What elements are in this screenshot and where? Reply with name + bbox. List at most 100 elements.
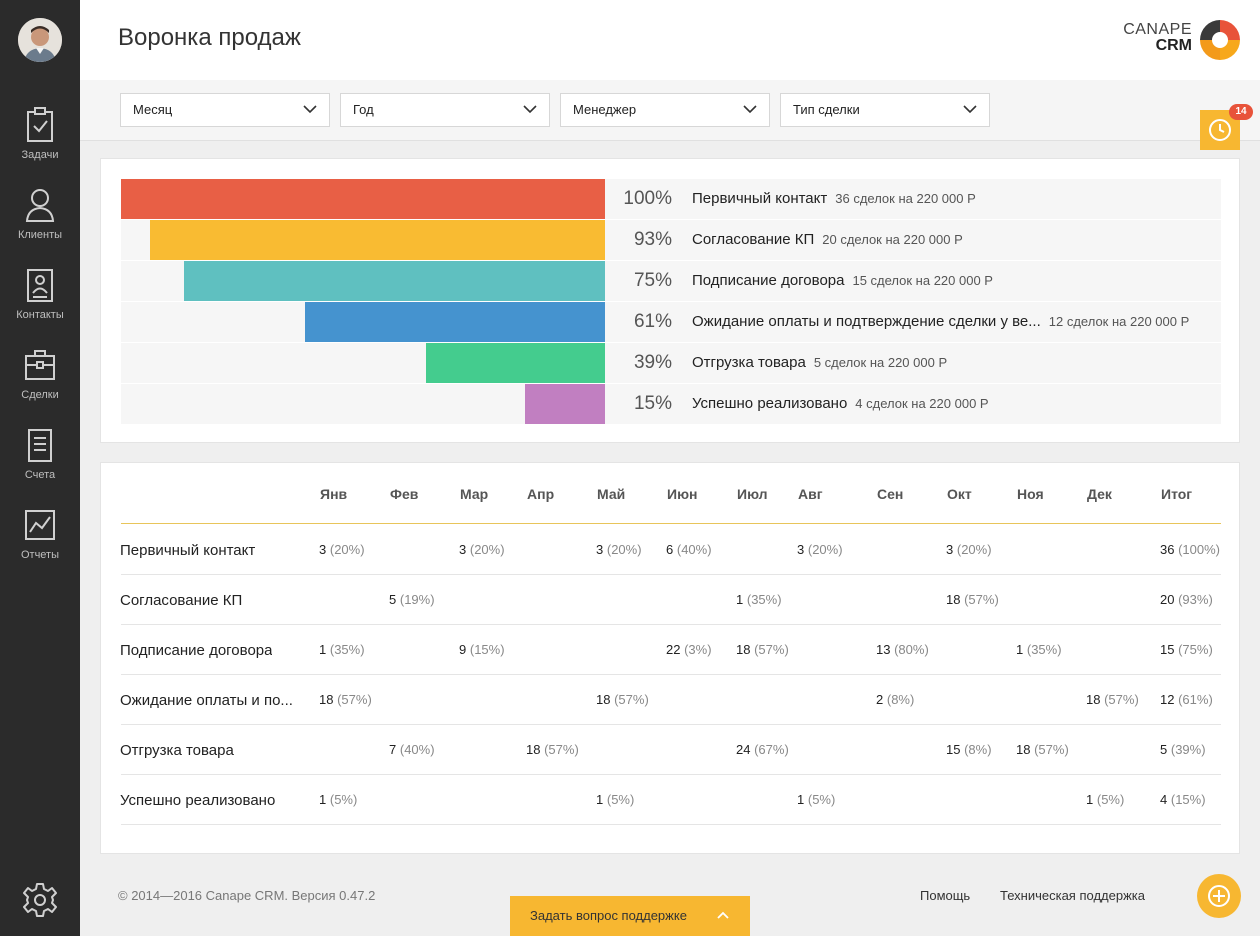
table-cell: 13 (80%) [876, 642, 929, 657]
table-cell: 15 (75%) [1160, 642, 1213, 657]
cell-percent: (15%) [469, 642, 505, 657]
table-cell: 3 (20%) [596, 542, 642, 557]
funnel-card: 100% Первичный контакт 36 сделок на 220 0… [100, 158, 1240, 443]
cell-percent: (15%) [1170, 792, 1206, 807]
funnel-row[interactable]: 93% Согласование КП 20 сделок на 220 000 … [121, 220, 1221, 260]
add-button[interactable] [1197, 874, 1241, 918]
cell-count: 20 [1160, 592, 1175, 607]
sidebar-item-deals[interactable]: Сделки [0, 347, 80, 417]
table-cell: 18 (57%) [319, 692, 372, 707]
cell-count: 18 [319, 692, 334, 707]
cell-percent: (57%) [544, 742, 579, 757]
cell-count: 3 [459, 542, 467, 557]
filter-year-select[interactable]: Год [340, 93, 550, 127]
table-row[interactable]: Отгрузка товара 7 (40%) 18 (57%) 24 (67%) 15… [120, 725, 1221, 775]
cell-percent: (3%) [684, 642, 712, 657]
page-title: Воронка продаж [118, 24, 301, 51]
logo-mark-icon [1200, 20, 1240, 60]
timer-badge: 14 [1229, 104, 1253, 120]
cell-percent: (93%) [1178, 592, 1213, 607]
funnel-row[interactable]: 75% Подписание договора 15 сделок на 220 … [121, 261, 1221, 301]
cell-percent: (57%) [754, 642, 789, 657]
table-cell: 24 (67%) [736, 742, 789, 757]
sidebar-item-contacts[interactable]: Контакты [0, 267, 80, 337]
row-label: Первичный контакт [120, 542, 256, 559]
chevron-up-icon [717, 911, 729, 919]
table-cell: 1 (35%) [736, 592, 782, 607]
funnel-percent: 61% [633, 311, 672, 332]
table-cell: 5 (19%) [389, 592, 435, 607]
sidebar-item-reports[interactable]: Отчеты [0, 507, 80, 577]
funnel-percent: 15% [633, 393, 672, 414]
sidebar-item-tasks[interactable]: Задачи [0, 107, 80, 177]
filter-label: Менеджер [573, 102, 637, 117]
cell-count: 18 [736, 642, 751, 657]
clients-icon [25, 189, 55, 222]
table-cell: 15 (8%) [946, 742, 992, 757]
row-label: Успешно реализовано [120, 792, 276, 809]
funnel-row[interactable]: 15% Успешно реализовано 4 сделок на 220 0… [121, 384, 1221, 424]
cell-count: 18 [526, 742, 541, 757]
column-header: Июл [737, 486, 768, 502]
table-row[interactable]: Первичный контакт 3 (20%) 3 (20%) 3 (20%) 6 … [120, 525, 1221, 575]
funnel-stage-info: 5 сделок на 220 000 Р [813, 355, 948, 370]
table-cell: 18 (57%) [1086, 692, 1139, 707]
column-header: Дек [1087, 486, 1112, 502]
avatar[interactable] [18, 18, 62, 62]
ask-support-button[interactable]: Задать вопрос поддержке [510, 896, 750, 936]
table-cell: 5 (39%) [1160, 742, 1206, 757]
cell-count: 18 [596, 692, 611, 707]
funnel-bar [184, 261, 605, 301]
cell-percent: (5%) [329, 792, 358, 807]
row-label: Ожидание оплаты и по... [120, 692, 293, 709]
funnel-stage-name: Ожидание оплаты и подтверждение сделки у… [692, 313, 1041, 330]
cell-percent: (20%) [329, 542, 365, 557]
cell-count: 1 [319, 792, 327, 807]
funnel-row[interactable]: 39% Отгрузка товара 5 сделок на 220 000 Р [121, 343, 1221, 383]
funnel-row[interactable]: 61% Ожидание оплаты и подтверждение сдел… [121, 302, 1221, 342]
cell-percent: (35%) [746, 592, 782, 607]
table-cell: 9 (15%) [459, 642, 505, 657]
cell-percent: (57%) [1104, 692, 1139, 707]
table-row[interactable]: Согласование КП 5 (19%) 1 (35%) 18 (57%) 20 … [120, 575, 1221, 625]
table-cell: 1 (5%) [1086, 792, 1124, 807]
help-link[interactable]: Помощь [920, 888, 970, 903]
cell-percent: (35%) [1026, 642, 1062, 657]
table-row[interactable]: Подписание договора 1 (35%) 9 (15%) 22 (3%)… [120, 625, 1221, 675]
sidebar-item-clients[interactable]: Клиенты [0, 187, 80, 257]
table-row[interactable]: Ожидание оплаты и по... 18 (57%) 18 (57%) 2… [120, 675, 1221, 725]
tech-support-link[interactable]: Техническая поддержка [1000, 888, 1145, 903]
column-header: Авг [798, 486, 823, 502]
funnel-stage-info: 36 сделок на 220 000 Р [835, 191, 976, 206]
table-row[interactable]: Успешно реализовано 1 (5%) 1 (5%) 1 (5%) 1 (… [120, 775, 1221, 825]
cell-count: 3 [946, 542, 954, 557]
cell-count: 18 [946, 592, 961, 607]
row-label: Отгрузка товара [120, 742, 234, 759]
sidebar-item-label: Отчеты [20, 549, 60, 561]
sidebar-item-invoices[interactable]: Счета [0, 427, 80, 497]
column-header: Фев [390, 486, 419, 502]
table-cell: 1 (5%) [596, 792, 634, 807]
table-cell: 18 (57%) [946, 592, 999, 607]
cell-percent: (20%) [807, 542, 843, 557]
table-header: Янв Фев Мар Апр Май Июн Июл Авг Сен Окт Ноя Дек Итог [121, 463, 1221, 524]
cell-percent: (35%) [329, 642, 365, 657]
settings-button[interactable] [22, 882, 58, 923]
funnel-row[interactable]: 100% Первичный контакт 36 сделок на 220 0… [121, 179, 1221, 219]
column-header: Май [597, 486, 626, 502]
table-cell: 18 (57%) [526, 742, 579, 757]
filter-manager-select[interactable]: Менеджер [560, 93, 770, 127]
cell-count: 2 [876, 692, 884, 707]
column-header: Ноя [1017, 486, 1044, 502]
cell-count: 12 [1160, 692, 1175, 707]
filter-month-select[interactable]: Месяц [120, 93, 330, 127]
table-cell: 3 (20%) [797, 542, 843, 557]
table-cell: 36 (100%) [1160, 542, 1220, 557]
gear-icon [23, 883, 57, 917]
table-cell: 2 (8%) [876, 692, 914, 707]
tasks-icon [27, 107, 53, 142]
table-cell: 22 (3%) [666, 642, 712, 657]
filter-deal-type-select[interactable]: Тип сделки [780, 93, 990, 127]
cell-count: 18 [1086, 692, 1101, 707]
table-cell: 18 (57%) [1016, 742, 1069, 757]
